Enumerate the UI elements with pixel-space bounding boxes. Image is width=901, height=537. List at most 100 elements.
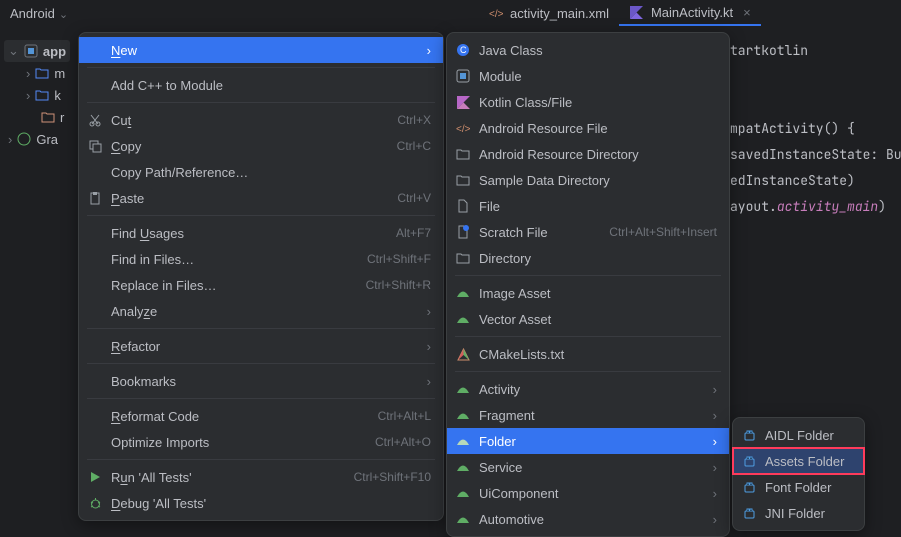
menu-add-cpp[interactable]: Add C++ to Module [79, 72, 443, 98]
tree-node-gradle[interactable]: › Gra [4, 128, 70, 150]
context-menu-folder: AIDL Folder Assets Folder Font Folder JN… [732, 417, 865, 531]
tree-label: app [43, 44, 66, 59]
android-icon [455, 433, 471, 449]
chevron-right-icon: › [713, 434, 717, 449]
tree-node-app[interactable]: ⌄ app [4, 40, 70, 62]
blank-icon [87, 303, 103, 319]
menu-find-usages[interactable]: Find Usages Alt+F7 [79, 220, 443, 246]
tree-node[interactable]: r [4, 106, 70, 128]
menu-kotlin-file[interactable]: Kotlin Class/File [447, 89, 729, 115]
tab-main-activity[interactable]: MainActivity.kt × [619, 0, 761, 26]
menu-font-folder[interactable]: Font Folder [733, 474, 864, 500]
menu-directory[interactable]: Directory [447, 245, 729, 271]
menu-paste[interactable]: Paste Ctrl+V [79, 185, 443, 211]
menu-java-class[interactable]: CJava Class [447, 37, 729, 63]
run-icon [87, 469, 103, 485]
menu-separator [87, 215, 435, 216]
chevron-right-icon: › [8, 132, 12, 147]
close-icon[interactable]: × [743, 5, 751, 20]
menu-bookmarks[interactable]: Bookmarks › [79, 368, 443, 394]
menu-res-file[interactable]: </>Android Resource File [447, 115, 729, 141]
menu-copy-path[interactable]: Copy Path/Reference… [79, 159, 443, 185]
menu-service[interactable]: Service› [447, 454, 729, 480]
project-name: Android [10, 6, 55, 21]
paste-icon [87, 190, 103, 206]
menu-fragment[interactable]: Fragment› [447, 402, 729, 428]
chevron-right-icon: › [427, 304, 431, 319]
chevron-right-icon: › [713, 408, 717, 423]
chevron-right-icon: › [427, 339, 431, 354]
kotlin-icon [455, 94, 471, 110]
menu-refactor[interactable]: Refactor › [79, 333, 443, 359]
folder-icon [455, 172, 471, 188]
tree-label: r [60, 110, 64, 125]
tab-activity-main[interactable]: </> activity_main.xml [478, 0, 619, 26]
menu-debug-tests[interactable]: Debug 'All Tests' [79, 490, 443, 516]
folder-icon [455, 146, 471, 162]
menu-replace-in-files[interactable]: Replace in Files… Ctrl+Shift+R [79, 272, 443, 298]
chevron-right-icon: › [713, 486, 717, 501]
shortcut: Ctrl+Shift+F [367, 252, 431, 266]
project-selector[interactable]: Android [0, 6, 80, 21]
code-line: savedInstanceState: Bu [730, 142, 901, 168]
android-icon [455, 311, 471, 327]
copy-icon [87, 138, 103, 154]
chevron-right-icon: › [26, 66, 30, 81]
shortcut: Alt+F7 [396, 226, 431, 240]
chevron-down-icon: ⌄ [8, 43, 19, 59]
menu-jni-folder[interactable]: JNI Folder [733, 500, 864, 526]
shortcut: Ctrl+Alt+O [375, 435, 431, 449]
android-icon [455, 381, 471, 397]
menu-separator [455, 371, 721, 372]
menu-vector-asset[interactable]: Vector Asset [447, 306, 729, 332]
file-icon [455, 198, 471, 214]
menu-res-dir[interactable]: Android Resource Directory [447, 141, 729, 167]
menu-assets-folder[interactable]: Assets Folder [733, 448, 864, 474]
menu-activity[interactable]: Activity› [447, 376, 729, 402]
shortcut: Ctrl+Alt+L [378, 409, 431, 423]
menu-sample-data[interactable]: Sample Data Directory [447, 167, 729, 193]
folder-icon [40, 109, 56, 125]
menu-new[interactable]: New › [79, 37, 443, 63]
tree-node[interactable]: › m [4, 62, 70, 84]
module-icon [455, 68, 471, 84]
chevron-right-icon: › [427, 43, 431, 58]
menu-automotive[interactable]: Automotive› [447, 506, 729, 532]
svg-text:</>: </> [489, 9, 503, 20]
menu-cut[interactable]: Cut Ctrl+X [79, 107, 443, 133]
menu-scratch[interactable]: Scratch FileCtrl+Alt+Shift+Insert [447, 219, 729, 245]
android-icon [455, 407, 471, 423]
menu-reformat[interactable]: Reformat Code Ctrl+Alt+L [79, 403, 443, 429]
menu-analyze[interactable]: Analyze › [79, 298, 443, 324]
menu-separator [87, 102, 435, 103]
menu-module[interactable]: Module [447, 63, 729, 89]
chevron-right-icon: › [713, 382, 717, 397]
tree-node[interactable]: › k [4, 84, 70, 106]
menu-file[interactable]: File [447, 193, 729, 219]
chevron-right-icon: › [713, 460, 717, 475]
menu-copy[interactable]: Copy Ctrl+C [79, 133, 443, 159]
blank-icon [87, 373, 103, 389]
code-line [730, 90, 901, 116]
code-editor[interactable]: tartkotlin mpatActivity() { savedInstanc… [730, 38, 901, 220]
shortcut: Ctrl+Alt+Shift+Insert [609, 225, 717, 239]
menu-run-tests[interactable]: Run 'All Tests' Ctrl+Shift+F10 [79, 464, 443, 490]
menu-cmake[interactable]: CMakeLists.txt [447, 341, 729, 367]
menu-image-asset[interactable]: Image Asset [447, 280, 729, 306]
folder-icon [455, 250, 471, 266]
kotlin-icon [629, 4, 645, 20]
shortcut: Ctrl+V [397, 191, 431, 205]
blank-icon [87, 338, 103, 354]
menu-aidl-folder[interactable]: AIDL Folder [733, 422, 864, 448]
android-icon [455, 285, 471, 301]
code-line: mpatActivity() { [730, 116, 901, 142]
menu-folder[interactable]: Folder› [447, 428, 729, 454]
menu-find-in-files[interactable]: Find in Files… Ctrl+Shift+F [79, 246, 443, 272]
blank-icon [87, 434, 103, 450]
menu-optimize-imports[interactable]: Optimize Imports Ctrl+Alt+O [79, 429, 443, 455]
xml-icon: </> [488, 5, 504, 21]
menu-uicomponent[interactable]: UiComponent› [447, 480, 729, 506]
code-line [730, 64, 901, 90]
menu-separator [87, 459, 435, 460]
chevron-right-icon: › [427, 374, 431, 389]
